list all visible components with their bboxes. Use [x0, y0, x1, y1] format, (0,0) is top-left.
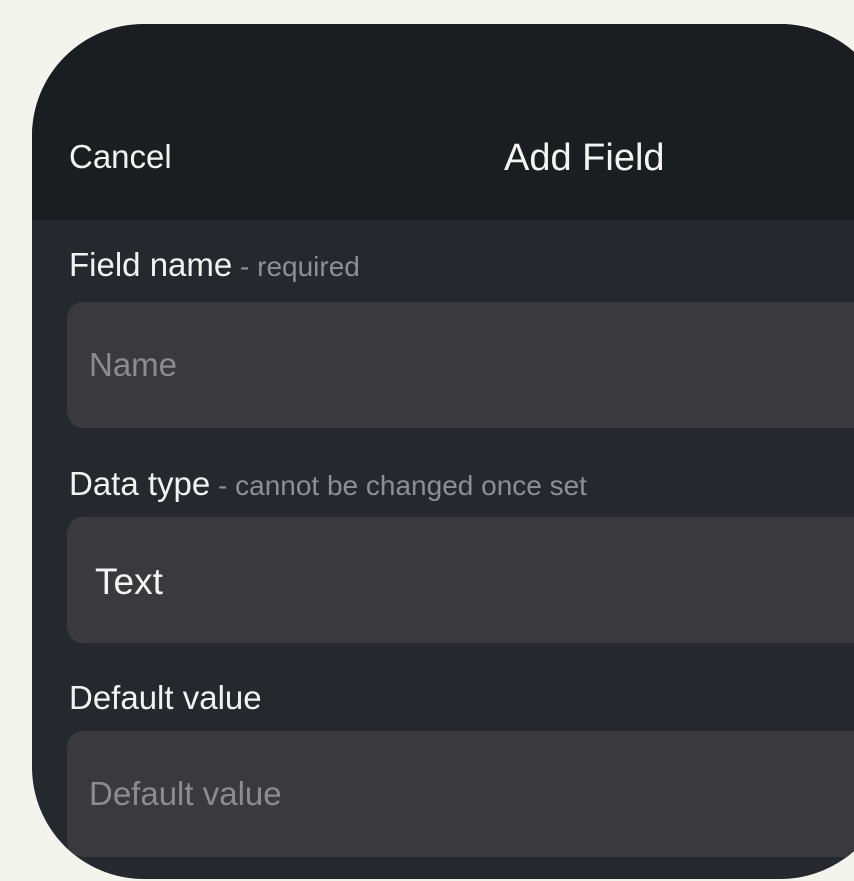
cancel-button[interactable]: Cancel [69, 138, 172, 176]
field-name-input[interactable] [89, 302, 854, 428]
data-type-hint: - cannot be changed once set [210, 470, 587, 501]
navigation-bar: Cancel Add Field [32, 24, 854, 220]
field-name-label-row: Field name - required [69, 246, 360, 284]
data-type-select[interactable]: Text [67, 517, 854, 643]
data-type-label-row: Data type - cannot be changed once set [69, 465, 587, 503]
data-type-selected-value: Text [95, 561, 163, 602]
default-value-label: Default value [69, 679, 262, 716]
field-name-hint: - required [232, 251, 360, 282]
page-title: Add Field [504, 137, 665, 179]
field-name-label: Field name [69, 246, 233, 283]
default-value-label-row: Default value [69, 679, 262, 717]
default-value-input[interactable] [89, 731, 854, 857]
field-name-container [67, 302, 854, 428]
default-value-container [67, 731, 854, 857]
add-field-sheet: Cancel Add Field Field name - required D… [32, 24, 854, 879]
data-type-label: Data type [69, 465, 211, 502]
